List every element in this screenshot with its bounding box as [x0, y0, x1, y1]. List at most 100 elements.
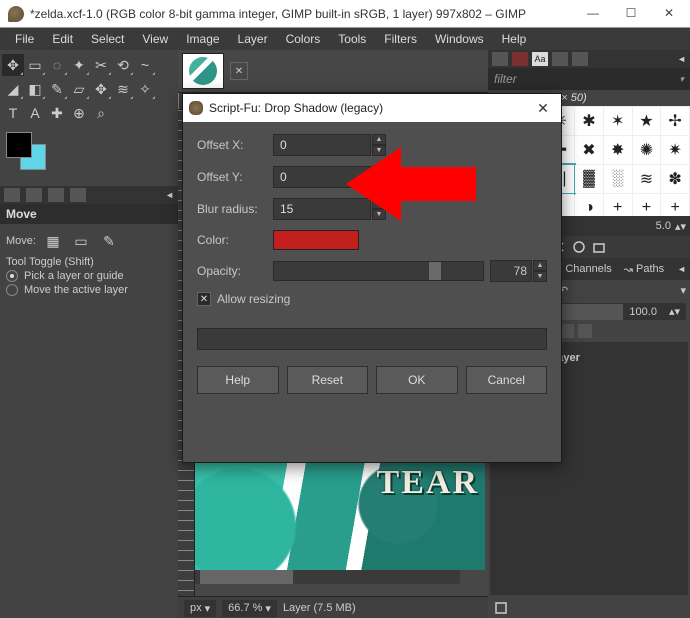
lock-all-icon[interactable]: [578, 324, 592, 338]
tool-measure[interactable]: ⊕: [68, 102, 90, 124]
blur-input[interactable]: 15: [273, 198, 371, 220]
tool-free-select[interactable]: ◌: [46, 54, 68, 76]
maximize-button[interactable]: ☐: [612, 0, 650, 27]
radio-move-active-label: Move the active layer: [24, 284, 128, 296]
radio-move-active[interactable]: [6, 284, 18, 296]
scrollbar-horizontal[interactable]: [195, 570, 460, 584]
lock-alpha-icon[interactable]: [560, 324, 574, 338]
move-path-button[interactable]: ✎: [98, 230, 120, 252]
tab-doc-icon[interactable]: [572, 52, 588, 66]
brush-dock-tabs: Aa ◄: [488, 50, 690, 68]
menu-windows[interactable]: Windows: [426, 29, 493, 49]
opacity-down[interactable]: ▼: [533, 271, 547, 282]
dialog-icon: [189, 101, 203, 115]
move-selection-button[interactable]: ▭: [70, 230, 92, 252]
offset-y-up[interactable]: ▲: [372, 166, 386, 177]
opacity-up[interactable]: ▲: [533, 260, 547, 271]
status-info: Layer (7.5 MB): [283, 602, 356, 614]
blur-down[interactable]: ▼: [372, 209, 386, 220]
minimize-button[interactable]: —: [574, 0, 612, 27]
menu-filters[interactable]: Filters: [375, 29, 426, 49]
offset-y-down[interactable]: ▼: [372, 177, 386, 188]
app-icon: [8, 6, 24, 22]
tool-gradient[interactable]: ◧: [24, 78, 46, 100]
window-titlebar: *zelda.xcf-1.0 (RGB color 8-bit gamma in…: [0, 0, 690, 28]
color-swatches[interactable]: [6, 132, 50, 172]
menu-view[interactable]: View: [133, 29, 177, 49]
tabs-menu-icon[interactable]: ◄: [165, 190, 174, 200]
allow-resizing-checkbox[interactable]: ✕: [197, 292, 211, 306]
drop-shadow-dialog: Script-Fu: Drop Shadow (legacy) ✕ Offset…: [182, 93, 562, 463]
move-layer-button[interactable]: ▦: [42, 230, 64, 252]
tab-patterns-icon[interactable]: [512, 52, 528, 66]
allow-resizing-label: Allow resizing: [217, 292, 290, 306]
fg-color-swatch[interactable]: [6, 132, 32, 158]
tab-tool-options-icon[interactable]: [4, 188, 20, 202]
menu-edit[interactable]: Edit: [43, 29, 82, 49]
tool-zoom[interactable]: ⌕: [90, 102, 112, 124]
layers-tabs-menu-icon[interactable]: ◄: [673, 264, 690, 274]
offset-x-up[interactable]: ▲: [372, 134, 386, 145]
menu-colors[interactable]: Colors: [277, 29, 330, 49]
image-tabs: ✕: [178, 50, 488, 92]
opacity-slider[interactable]: [273, 261, 484, 281]
offset-y-label: Offset Y:: [197, 170, 273, 184]
refresh-brush-icon[interactable]: [572, 240, 586, 254]
new-layer-icon[interactable]: [494, 601, 508, 615]
blur-up[interactable]: ▲: [372, 198, 386, 209]
help-button[interactable]: Help: [197, 366, 279, 394]
unit-dropdown[interactable]: px▾: [184, 600, 216, 617]
open-brush-icon[interactable]: [592, 240, 606, 254]
tool-heal[interactable]: A: [24, 102, 46, 124]
offset-x-down[interactable]: ▼: [372, 145, 386, 156]
tool-transform[interactable]: ⟲: [112, 54, 134, 76]
brush-filter-input[interactable]: filter▾: [488, 68, 690, 90]
dialog-titlebar[interactable]: Script-Fu: Drop Shadow (legacy) ✕: [183, 94, 561, 122]
tab-fonts-icon[interactable]: Aa: [532, 52, 548, 66]
tab-paths[interactable]: ↝ Paths: [618, 260, 670, 279]
tab-brushes-icon[interactable]: [492, 52, 508, 66]
ok-button[interactable]: OK: [376, 366, 458, 394]
reset-button[interactable]: Reset: [287, 366, 369, 394]
tool-bucket[interactable]: ◢: [2, 78, 24, 100]
tool-path[interactable]: ✧: [134, 78, 156, 100]
menu-tools[interactable]: Tools: [329, 29, 375, 49]
tab-undo-icon[interactable]: [70, 188, 86, 202]
tool-crop[interactable]: ✂: [90, 54, 112, 76]
opacity-value[interactable]: 78: [490, 260, 532, 282]
menu-help[interactable]: Help: [493, 29, 536, 49]
color-button[interactable]: [273, 230, 359, 250]
close-button[interactable]: ✕: [650, 0, 688, 27]
tool-warp[interactable]: ~: [134, 54, 156, 76]
tab-history-icon[interactable]: [552, 52, 568, 66]
image-tab-close[interactable]: ✕: [230, 62, 248, 80]
image-tab-thumbnail[interactable]: [182, 53, 224, 89]
tool-pencil[interactable]: ✎: [46, 78, 68, 100]
menu-select[interactable]: Select: [82, 29, 133, 49]
color-label: Color:: [197, 233, 273, 247]
tool-eraser[interactable]: ▱: [68, 78, 90, 100]
tool-options-tabs: ◄: [0, 186, 178, 204]
opacity-label: Opacity:: [197, 264, 273, 278]
zoom-dropdown[interactable]: 66.7 %▾: [222, 600, 277, 617]
menu-file[interactable]: File: [6, 29, 43, 49]
radio-pick-layer[interactable]: [6, 270, 18, 282]
menu-image[interactable]: Image: [177, 29, 228, 49]
cancel-button[interactable]: Cancel: [466, 366, 548, 394]
offset-y-input[interactable]: 0: [273, 166, 371, 188]
tool-color-picker[interactable]: ✚: [46, 102, 68, 124]
tool-rect-select[interactable]: ▭: [24, 54, 46, 76]
brush-tabs-menu-icon[interactable]: ◄: [677, 54, 686, 64]
mode-menu-icon[interactable]: ▾: [680, 284, 686, 297]
tool-move[interactable]: ✥: [2, 54, 24, 76]
tool-clone[interactable]: ✥: [90, 78, 112, 100]
offset-x-input[interactable]: 0: [273, 134, 371, 156]
menu-layer[interactable]: Layer: [229, 29, 277, 49]
tab-image-icon[interactable]: [48, 188, 64, 202]
tab-device-icon[interactable]: [26, 188, 42, 202]
dialog-close-button[interactable]: ✕: [531, 100, 555, 117]
dialog-title: Script-Fu: Drop Shadow (legacy): [209, 101, 383, 115]
tool-fuzzy-select[interactable]: ✦: [68, 54, 90, 76]
tool-smudge[interactable]: ≋: [112, 78, 134, 100]
tool-text[interactable]: T: [2, 102, 24, 124]
